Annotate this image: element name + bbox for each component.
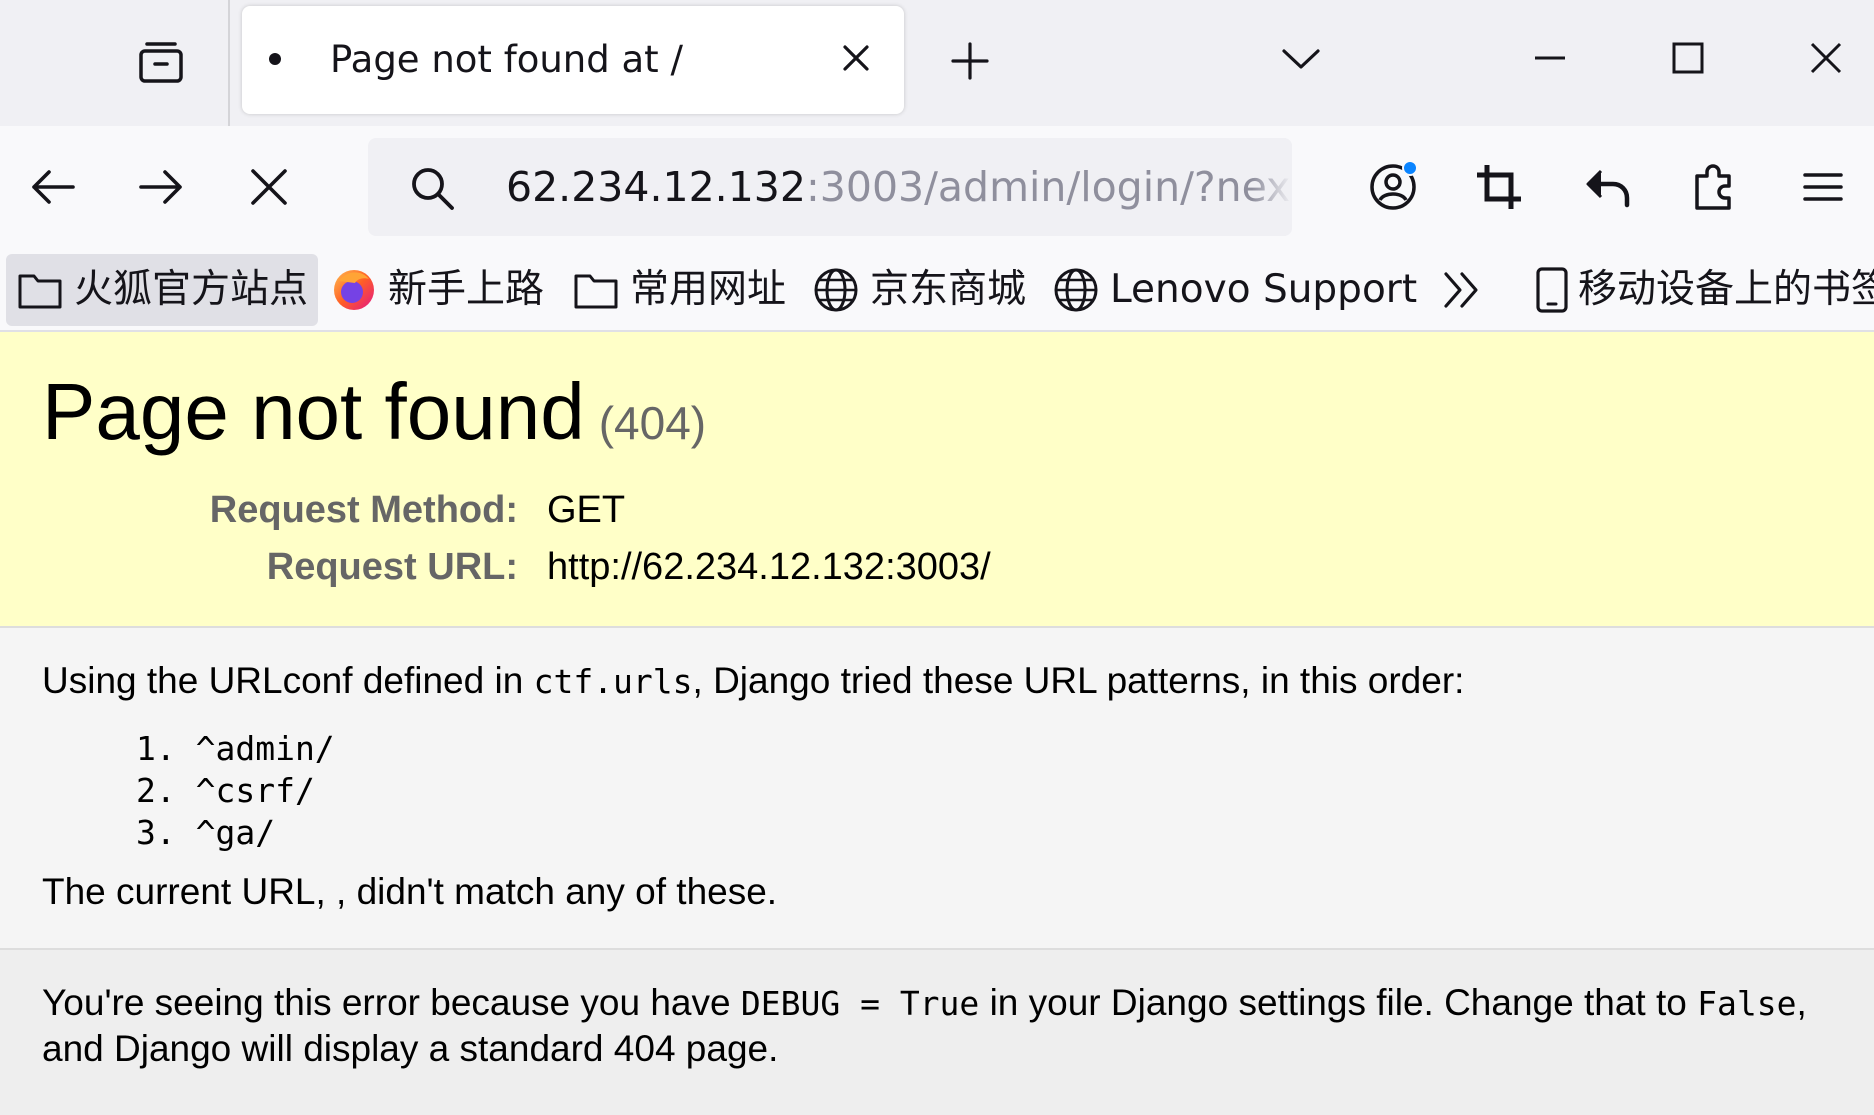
stop-button[interactable] — [238, 156, 300, 218]
arrow-right-icon — [139, 170, 182, 204]
urlconf-suffix: , Django tried these URL patterns, in th… — [692, 660, 1465, 701]
url-text[interactable]: 62.234.12.132:3003/admin/login/?next= — [506, 159, 1292, 215]
bookmark-label: 常用网址 — [630, 267, 787, 312]
undo-icon — [1586, 169, 1630, 208]
chevron-down-icon — [1282, 49, 1320, 69]
request-url-label: Request URL: — [266, 546, 518, 588]
bookmark-label: 京东商城 — [870, 267, 1027, 312]
app-menu-button[interactable] — [1790, 154, 1856, 220]
false-code: False — [1697, 984, 1797, 1023]
bookmark-label: Lenovo Support — [1110, 267, 1418, 312]
error-title-text: Page not found — [42, 367, 585, 456]
bookmark-folder-mobile[interactable]: 移动设备上的书签 — [1518, 254, 1874, 326]
globe-icon — [812, 266, 860, 314]
new-tab-button[interactable] — [945, 36, 995, 86]
folder-icon — [16, 266, 64, 314]
crop-icon — [1477, 165, 1521, 209]
bookmark-label: 新手上路 — [388, 267, 545, 312]
url-pattern-item: 3. ^ga/ — [136, 813, 276, 852]
status-code: (404) — [598, 397, 707, 449]
close-icon — [843, 45, 869, 71]
search-icon — [412, 168, 454, 210]
puzzle-icon — [1695, 164, 1731, 210]
bookmark-jd[interactable]: 京东商城 — [802, 254, 1036, 326]
bookmarks-overflow-button[interactable] — [1428, 254, 1496, 326]
request-method-value: GET — [547, 489, 626, 531]
no-match-message: The current URL, , didn't match any of t… — [42, 871, 778, 912]
urlconf-module: ctf.urls — [533, 662, 693, 701]
bookmark-label: 移动设备上的书签 — [1578, 267, 1874, 312]
url-path: :3003/admin/login/?next= — [805, 163, 1292, 211]
bookmark-folder-firefox-sites[interactable]: 火狐官方站点 — [6, 254, 319, 326]
forward-button[interactable] — [130, 156, 192, 218]
bookmark-label: 火狐官方站点 — [74, 267, 309, 312]
tab-title: Page not found at / — [330, 38, 683, 81]
maximize-icon — [1672, 42, 1704, 74]
bookmarks-toolbar: 火狐官方站点 新手上路 常用网址 京东商城 Lenovo Support 移动设… — [0, 248, 1874, 332]
navigation-toolbar: 62.234.12.132:3003/admin/login/?next= — [0, 126, 1874, 248]
extensions-button[interactable] — [1682, 154, 1748, 220]
undo-close-tab-button[interactable] — [1574, 154, 1640, 220]
url-fade — [1252, 138, 1292, 236]
list-all-tabs-button[interactable] — [1276, 34, 1326, 84]
debug-text-part2: in your Django settings file. Change tha… — [979, 982, 1698, 1023]
tab-loading-dot — [269, 53, 281, 65]
tab-strip-divider — [228, 0, 230, 126]
debug-explanation: You're seeing this error because you hav… — [0, 948, 1874, 1115]
mobile-icon — [1528, 266, 1576, 314]
debug-text-part1: You're seeing this error because you hav… — [42, 982, 741, 1023]
page-title: Page not found (404) — [42, 364, 706, 471]
tab-strip: Page not found at / — [0, 0, 1874, 126]
minimize-button[interactable] — [1522, 30, 1578, 86]
firefox-view-icon — [139, 42, 183, 83]
double-chevron-right-icon — [1438, 266, 1486, 314]
url-pattern-list: 1. ^admin/ 2. ^csrf/ 3. ^ga/ — [136, 728, 335, 854]
request-method-label: Request Method: — [209, 489, 518, 531]
notification-badge — [1402, 160, 1418, 176]
urlconf-intro: Using the URLconf defined in — [42, 660, 534, 701]
screenshot-button[interactable] — [1466, 154, 1532, 220]
minimize-icon — [1535, 56, 1565, 60]
tab-close-button[interactable] — [834, 36, 878, 80]
back-button[interactable] — [22, 156, 84, 218]
stop-icon — [251, 169, 287, 205]
page-content: Page not found (404) Request Method: GET … — [0, 332, 1874, 1115]
plus-icon — [951, 42, 989, 80]
error-summary: Page not found (404) Request Method: GET … — [0, 332, 1874, 628]
folder-icon — [572, 266, 620, 314]
bookmark-folder-common-sites[interactable]: 常用网址 — [562, 254, 796, 326]
debug-setting-code: DEBUG = True — [740, 984, 980, 1023]
firefox-icon — [330, 266, 378, 314]
globe-icon — [1052, 266, 1100, 314]
debug-explanation-text: You're seeing this error because you hav… — [42, 980, 1842, 1071]
bookmark-lenovo-support[interactable]: Lenovo Support — [1042, 254, 1427, 326]
firefox-view-button[interactable] — [112, 22, 210, 104]
address-bar[interactable]: 62.234.12.132:3003/admin/login/?next= — [368, 138, 1292, 236]
urlconf-description: Using the URLconf defined in ctf.urls, D… — [42, 657, 1464, 706]
maximize-button[interactable] — [1660, 30, 1716, 86]
close-icon — [1810, 42, 1842, 74]
arrow-left-icon — [32, 170, 75, 204]
request-url-value: http://62.234.12.132:3003/ — [547, 546, 991, 588]
account-button[interactable] — [1360, 154, 1426, 220]
hamburger-menu-icon — [1803, 173, 1843, 201]
bookmark-getting-started[interactable]: 新手上路 — [320, 254, 554, 326]
url-pattern-item: 2. ^csrf/ — [136, 771, 315, 810]
url-pattern-item: 1. ^admin/ — [136, 729, 335, 768]
window-close-button[interactable] — [1798, 30, 1854, 86]
url-host: 62.234.12.132 — [506, 163, 806, 211]
